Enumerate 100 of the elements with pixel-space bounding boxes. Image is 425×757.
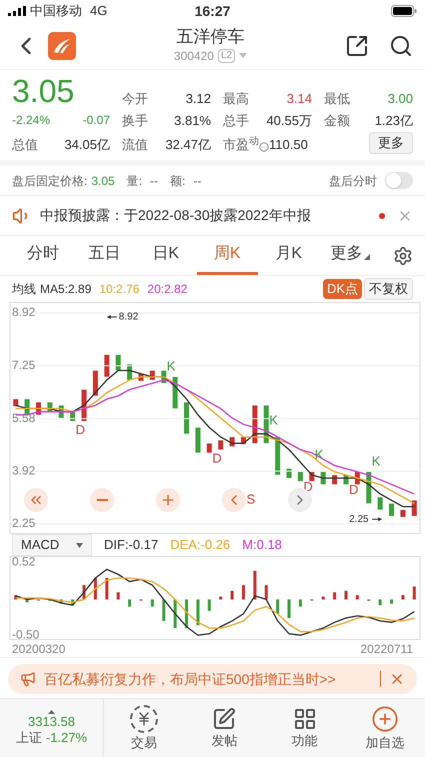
histogram-bar [162, 599, 166, 621]
candlestick [378, 497, 383, 510]
app-logo[interactable] [48, 32, 76, 60]
toggle-switch[interactable] [385, 172, 413, 189]
minus-icon [96, 499, 108, 501]
signal-marker: D [212, 450, 222, 466]
yen-cycle-icon [130, 705, 158, 733]
level-badge: L2 [218, 48, 236, 62]
histogram-bar [333, 592, 336, 600]
toggle-label: 盘后分时 [329, 172, 377, 190]
stat-value: 3.12 [186, 90, 211, 108]
nav-item[interactable]: 加自选 [344, 699, 425, 757]
signal-icon [8, 6, 26, 16]
candlestick [172, 377, 178, 408]
candlestick [389, 504, 394, 516]
candlestick [195, 428, 200, 453]
axis-label: -0.50 [12, 627, 40, 640]
battery-icon [391, 5, 417, 17]
histogram-bar [26, 599, 29, 602]
histogram-bar [253, 570, 256, 600]
stat-value: 34.05亿 [64, 136, 110, 154]
index-name: 上证 [16, 730, 42, 746]
adjust-button[interactable]: 不复权 [364, 278, 413, 300]
extreme-price-label: 8.92 [118, 312, 138, 323]
histogram-bar [14, 595, 18, 600]
amount-value: -- [193, 172, 202, 190]
plus-icon [160, 492, 176, 508]
stat-label: 换手 [122, 112, 148, 130]
histogram-bar [276, 599, 280, 614]
histogram-bar [219, 596, 222, 600]
extreme-price-label: 2.25 [349, 514, 369, 525]
add-icon [370, 705, 399, 733]
index-ticker[interactable]: 3313.58 上证 -1.27% [0, 699, 104, 757]
histogram-bar [390, 599, 394, 604]
histogram-bar [378, 599, 382, 606]
end-date: 20220711 [360, 641, 413, 657]
megaphone-icon [20, 671, 36, 687]
nav-item[interactable]: 发帖 [184, 699, 264, 757]
stat-label: 流值 [122, 136, 148, 154]
candlestick [36, 402, 41, 415]
previous-button[interactable] [222, 488, 246, 512]
arrow-icon [106, 314, 118, 319]
candlestick [275, 437, 280, 475]
histogram-bar [242, 585, 245, 600]
arrow-icon [372, 517, 382, 522]
nav-item[interactable]: 功能 [264, 699, 345, 757]
stat-value: 110.50 [269, 136, 308, 154]
histogram-bar [116, 592, 120, 600]
stat-label: 今开 [122, 90, 148, 108]
scroll-left-button[interactable] [24, 488, 48, 512]
after-hours-label: 盘后固定价格: [12, 172, 88, 190]
ad-text: 百亿私募衍复力作，布局中证500指增正当时>> [44, 670, 336, 688]
histogram-bar [412, 586, 416, 600]
candlestick [354, 472, 360, 484]
start-date: 20200320 [12, 641, 66, 657]
signal-marker: D [348, 482, 358, 497]
candlestick [366, 472, 372, 504]
info-icon[interactable] [259, 142, 269, 152]
expand-triangle-icon [48, 710, 55, 714]
stat-value: 40.55万 [266, 112, 312, 130]
zoom-out-button[interactable] [90, 488, 114, 512]
axis-label: 7.25 [12, 358, 36, 372]
candlestick [264, 406, 269, 444]
more-button[interactable]: 更多 [369, 132, 413, 154]
histogram-bar [288, 599, 291, 618]
candlestick [252, 406, 258, 444]
caret-icon[interactable] [239, 53, 248, 58]
stat-value: 32.47亿 [165, 136, 211, 154]
notice-text[interactable]: 中报预披露：于2022-08-30披露2022年中报 [40, 205, 311, 226]
axis-label: 2.25 [12, 516, 36, 530]
period-tab[interactable]: 五日 [74, 236, 135, 275]
indicator-dropdown[interactable]: MACD [12, 534, 92, 556]
stat-label: 金额 [324, 112, 350, 130]
search-icon[interactable] [389, 34, 413, 58]
histogram-bar [401, 595, 404, 600]
period-tab[interactable]: 分时 [12, 236, 74, 275]
volume-label: 量: [126, 172, 142, 190]
dea-value: DEA:-0.26 [170, 536, 230, 554]
period-tab[interactable]: 日K [135, 236, 196, 275]
histogram-bar [174, 599, 177, 628]
candlestick [412, 500, 417, 516]
current-price: 3.05 [12, 74, 76, 108]
nav-item[interactable]: 交易 [104, 699, 184, 757]
carrier-name: 中国移动 [30, 2, 82, 20]
histogram-bar [264, 585, 268, 600]
candlestick [184, 402, 190, 434]
settings-icon[interactable] [393, 246, 413, 266]
period-tab[interactable]: 月K [258, 236, 320, 275]
candlestick [70, 412, 76, 421]
period-tab[interactable]: 更多 [320, 236, 381, 275]
stat-label: 总手 [223, 112, 249, 130]
change-amount: -0.07 [82, 112, 110, 129]
share-icon[interactable] [345, 34, 369, 58]
histogram-bar [150, 599, 154, 607]
volume-value: -- [150, 172, 158, 190]
candlestick [400, 510, 406, 517]
stat-value: 3.00 [388, 90, 413, 108]
zoom-in-button[interactable] [156, 488, 180, 512]
network-type: 4G [90, 2, 108, 20]
index-value: 3313.58 [28, 714, 75, 730]
